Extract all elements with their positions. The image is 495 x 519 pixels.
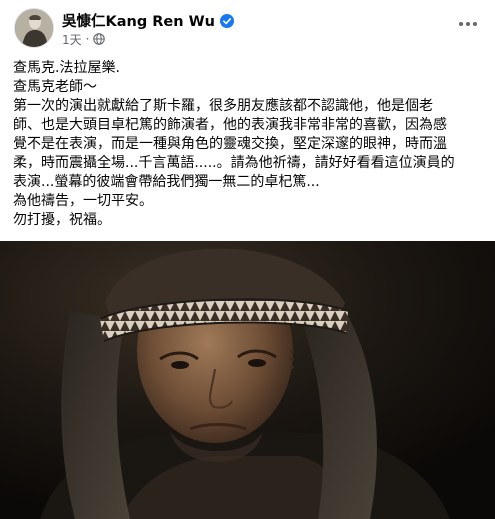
author-name[interactable]: 吳慷仁Kang Ren Wu <box>62 10 215 31</box>
post-text-line: 表演...螢幕的彼端會帶給我們獨一無二的卓杞篤... <box>13 174 320 190</box>
post-text-line: 查馬克老師～ <box>13 79 97 95</box>
meta-separator: · <box>85 32 90 46</box>
post-text-line: 覺不是在表演，而是一種與角色的靈魂交換，堅定深邃的眼神，時而溫 <box>13 136 447 152</box>
post-text-line: 查馬克.法拉屋樂. <box>13 60 120 76</box>
post-header: 吳慷仁Kang Ren Wu 1天 · <box>0 0 495 54</box>
post-text-line: 第一次的演出就獻給了斯卡羅，很多朋友應該都不認識他，他是個老 <box>13 98 433 114</box>
post-text-line: 師、也是大頭目卓杞篤的飾演者，他的表演我非常非常的喜歡，因為感 <box>13 117 447 133</box>
post-meta: 1天 · <box>62 31 106 48</box>
avatar-figure <box>15 9 53 47</box>
post-text-line: 柔，時而震攝全場...千言萬語.....。請為他祈禱，請好好看看這位演員的 <box>13 155 455 171</box>
post-message: 查馬克.法拉屋樂. 查馬克老師～ 第一次的演出就獻給了斯卡羅，很多朋友應該都不認… <box>13 59 483 230</box>
author-avatar[interactable] <box>14 8 54 48</box>
globe-icon[interactable] <box>93 33 106 45</box>
post-text-line: 勿打擾，祝福。 <box>13 212 111 228</box>
verified-badge-icon <box>219 13 234 28</box>
post-text-line: 為他禱告，一切平安。 <box>13 193 153 209</box>
post-photo[interactable] <box>0 241 495 519</box>
author-row: 吳慷仁Kang Ren Wu <box>62 10 234 30</box>
more-options-button[interactable] <box>453 12 483 36</box>
actor-portrait-image <box>0 241 495 519</box>
more-options-icon <box>459 22 477 26</box>
post-timestamp[interactable]: 1天 <box>62 31 82 48</box>
